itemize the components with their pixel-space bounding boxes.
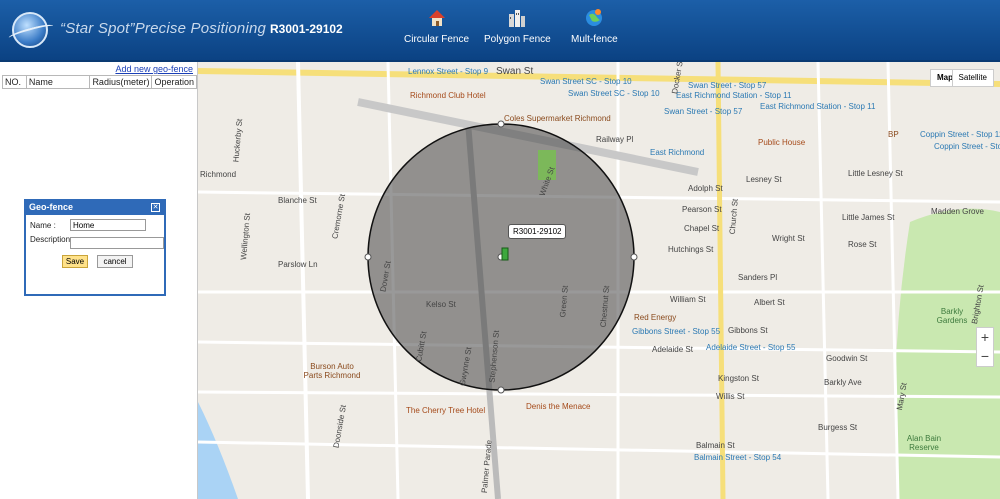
geofence-table: NO. Name Radius(meter) Operation xyxy=(2,75,197,89)
map-label: Goodwin St xyxy=(826,354,868,363)
map-label: Swan Street - Stop 57 xyxy=(664,107,743,116)
map-label: Adelaide St xyxy=(652,345,693,354)
zoom-control: + − xyxy=(976,327,994,367)
buildings-icon xyxy=(509,10,526,27)
fence-handle-right[interactable] xyxy=(630,253,638,261)
mult-fence-label: Mult-fence xyxy=(571,34,618,45)
map-label: Coles Supermarket Richmond xyxy=(504,114,611,123)
map-label: Alan Bain Reserve xyxy=(906,434,942,452)
name-field[interactable] xyxy=(70,219,146,231)
fence-handle-left[interactable] xyxy=(364,253,372,261)
column-header-name: Name xyxy=(25,75,91,89)
device-marker-icon[interactable] xyxy=(501,247,509,261)
map-label: Parslow Ln xyxy=(278,260,318,269)
map-label: Swan Street SC - Stop 10 xyxy=(540,77,632,86)
map-label: Gibbons Street - Stop 55 xyxy=(632,327,721,336)
map-label: Burson Auto Parts Richmond xyxy=(303,362,361,380)
map-label: Balmain Street - Stop 54 xyxy=(694,453,782,462)
map-label: Albert St xyxy=(754,298,785,307)
map-label: Kelso St xyxy=(426,300,456,309)
map-label: Hutchings St xyxy=(668,245,714,254)
geofence-dialog: Geo-fence ✕ Name : Description Save canc… xyxy=(24,199,166,296)
map-label: Red Energy xyxy=(634,313,677,322)
map-label: Kingston St xyxy=(718,374,759,383)
map-label: East Richmond Station - Stop 11 xyxy=(760,102,876,111)
column-header-operation: Operation xyxy=(151,75,197,89)
save-button[interactable]: Save xyxy=(62,255,88,268)
column-header-no: NO. xyxy=(2,75,27,89)
map-label: Swan Street - Stop 57 xyxy=(688,81,767,90)
map-label: Rose St xyxy=(848,240,877,249)
map-label: Balmain St xyxy=(696,441,735,450)
globe-icon xyxy=(586,9,603,26)
description-label: Description xyxy=(30,235,71,244)
map-label: Gibbons St xyxy=(728,326,768,335)
map-label: Adolph St xyxy=(688,184,723,193)
description-field[interactable] xyxy=(70,237,164,249)
globe-logo-icon xyxy=(12,12,48,48)
map-label: Lesney St xyxy=(746,175,782,184)
map-label: Willis St xyxy=(716,392,745,401)
map-label: Swan Street SC - Stop 10 xyxy=(568,89,660,98)
polygon-fence-button[interactable]: Polygon Fence xyxy=(484,8,551,45)
polygon-fence-label: Polygon Fence xyxy=(484,34,551,45)
device-id-label: R3001-29102 xyxy=(270,22,343,36)
map-label: East Richmond xyxy=(650,148,705,157)
map-label: Richmond Club Hotel xyxy=(410,91,486,100)
map-label: Coppin Street - Stop 12 xyxy=(934,142,1000,151)
map-label: The Cherry Tree Hotel xyxy=(406,406,486,415)
house-icon xyxy=(428,10,445,26)
map-canvas xyxy=(198,62,1000,499)
map-label: Burgess St xyxy=(818,423,858,432)
map-label: Adelaide Street - Stop 55 xyxy=(706,343,796,352)
map-type-satellite-button[interactable]: Satellite xyxy=(951,69,994,87)
map-label: Sanders Pl xyxy=(738,273,778,282)
top-header: “Star Spot”Precise Positioning R3001-291… xyxy=(0,0,1000,62)
map-label: BP xyxy=(888,130,899,139)
map-label: Coppin Street - Stop 12 xyxy=(920,130,1000,139)
app-title: “Star Spot”Precise Positioning xyxy=(60,20,267,37)
map-label: Lennox Street - Stop 9 xyxy=(408,67,489,76)
map-label: Denis the Menace xyxy=(526,402,591,411)
map-label: Swan St xyxy=(496,66,534,77)
cancel-button[interactable]: cancel xyxy=(97,255,133,268)
column-header-radius: Radius(meter) xyxy=(89,75,153,89)
map-view[interactable]: R3001-29102 Map Satellite + − Swan St Le… xyxy=(198,62,1000,499)
name-label: Name : xyxy=(30,221,56,230)
map-label: Pearson St xyxy=(682,205,722,214)
fence-handle-bottom[interactable] xyxy=(497,386,505,394)
map-label: Barkly Gardens xyxy=(936,307,968,325)
map-label: Public House xyxy=(758,138,806,147)
dialog-title: Geo-fence xyxy=(26,201,164,215)
zoom-in-button[interactable]: + xyxy=(977,328,993,347)
map-label: Richmond xyxy=(200,170,237,179)
circular-fence-button[interactable]: Circular Fence xyxy=(404,8,469,45)
map-label: Barkly Ave xyxy=(824,378,862,387)
river-area xyxy=(198,402,238,499)
map-label: Little Lesney St xyxy=(848,169,903,178)
map-label: Madden Grove xyxy=(931,207,984,216)
map-label: Railway Pl xyxy=(596,135,634,144)
circular-fence-label: Circular Fence xyxy=(404,34,470,45)
zoom-out-button[interactable]: − xyxy=(977,347,993,366)
map-label: Wright St xyxy=(772,234,805,243)
map-label: Blanche St xyxy=(278,196,317,205)
mult-fence-button[interactable]: Mult-fence xyxy=(571,8,618,45)
add-geofence-link[interactable]: Add new geo-fence xyxy=(115,64,193,74)
map-label: East Richmond Station - Stop 11 xyxy=(676,91,792,100)
map-label: Little James St xyxy=(842,213,895,222)
close-icon[interactable]: ✕ xyxy=(151,203,160,212)
map-label: William St xyxy=(670,295,706,304)
table-header-row: NO. Name Radius(meter) Operation xyxy=(2,75,197,89)
device-callout: R3001-29102 xyxy=(508,224,567,239)
map-label: Chapel St xyxy=(684,224,720,233)
